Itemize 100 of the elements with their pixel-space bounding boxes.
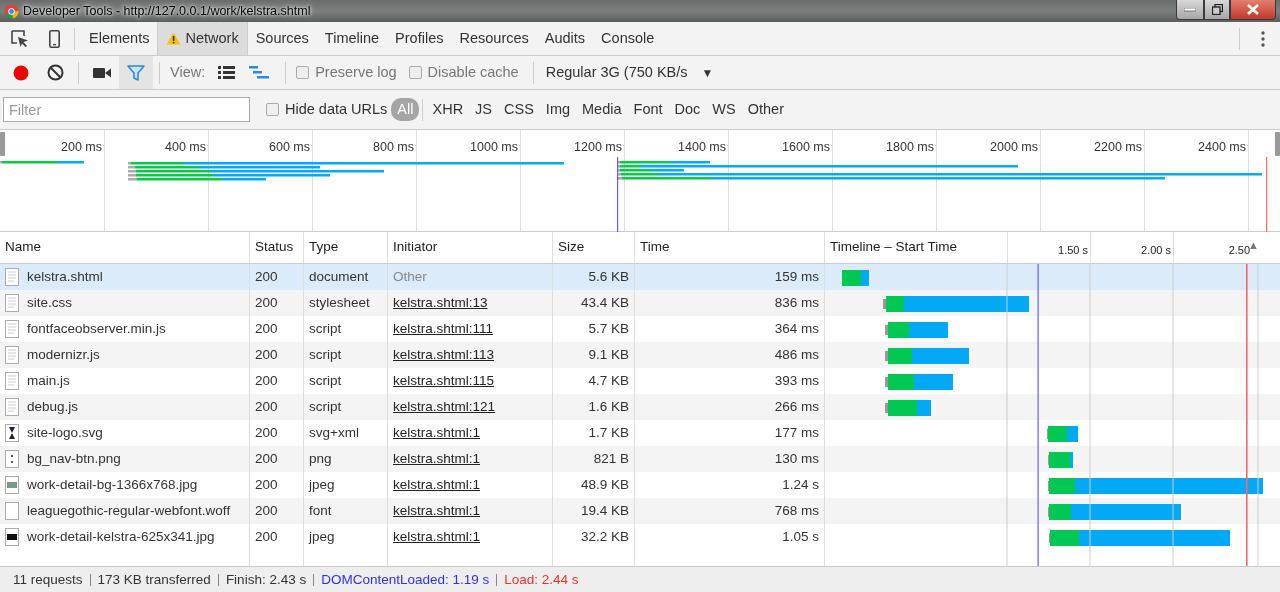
resource-type: svg+xml bbox=[309, 423, 359, 442]
status-code: 200 bbox=[255, 267, 278, 286]
phone-icon bbox=[48, 29, 60, 48]
request-time: 130 ms bbox=[774, 449, 819, 468]
close-icon bbox=[1247, 4, 1259, 15]
throttling-dropdown[interactable]: Regular 3G (750 KB/s ▼ bbox=[539, 61, 720, 84]
minimize-button[interactable] bbox=[1176, 0, 1204, 20]
image-file-icon bbox=[5, 424, 19, 442]
status-code: 200 bbox=[255, 475, 278, 494]
document-icon bbox=[5, 398, 19, 416]
filter-field[interactable]: Filter bbox=[3, 97, 250, 122]
file-name: site.css bbox=[27, 293, 72, 312]
file-name: fontfaceobserver.min.js bbox=[27, 319, 166, 338]
resource-size: 1.7 KB bbox=[588, 423, 629, 442]
panel-tab[interactable]: Audits bbox=[536, 22, 594, 55]
column-header[interactable]: Type bbox=[304, 232, 388, 263]
initiator-link[interactable]: kelstra.shtml:13 bbox=[393, 292, 488, 314]
browser-logo-icon bbox=[4, 3, 19, 19]
waterfall-bar bbox=[885, 400, 931, 416]
warning-icon bbox=[166, 32, 182, 45]
type-filter-button[interactable]: Media bbox=[576, 97, 628, 122]
resource-type: png bbox=[309, 449, 332, 468]
type-filter-button[interactable]: JS bbox=[469, 97, 499, 122]
panel-tab[interactable]: Resources bbox=[451, 22, 537, 55]
request-time: 393 ms bbox=[774, 371, 819, 390]
panel-tab[interactable]: Sources bbox=[247, 22, 317, 55]
initiator-link[interactable]: kelstra.shtml:1 bbox=[393, 448, 481, 470]
initiator-link[interactable]: kelstra.shtml:111 bbox=[393, 318, 494, 340]
status-text: Finish: 2.43 s bbox=[218, 573, 315, 586]
disable-cache-checkbox[interactable] bbox=[408, 66, 422, 79]
type-filter-button[interactable]: CSS bbox=[498, 97, 540, 122]
column-header[interactable]: Initiator bbox=[388, 232, 553, 263]
resource-size: 5.6 KB bbox=[588, 267, 629, 286]
initiator-link[interactable]: kelstra.shtml:1 bbox=[393, 422, 481, 444]
initiator-link[interactable]: kelstra.shtml:121 bbox=[393, 396, 496, 418]
status-code: 200 bbox=[255, 449, 278, 468]
initiator-link[interactable]: kelstra.shtml:1 bbox=[393, 526, 481, 548]
document-icon bbox=[5, 372, 19, 390]
type-filter-button[interactable]: Doc bbox=[668, 97, 707, 122]
column-header[interactable]: Name bbox=[0, 232, 250, 263]
request-row[interactable]: work-detail-kelstra-625x341.jpg 200 jpeg kelstra.shtml:1 32.2 KB 1.05 s bbox=[0, 524, 1280, 550]
waterfall-bar bbox=[1048, 452, 1073, 468]
request-time: 266 ms bbox=[774, 397, 819, 416]
type-filter-button[interactable]: XHR bbox=[426, 97, 470, 122]
request-row[interactable]: kelstra.shtml 200 document Other 5.6 KB 159 ms bbox=[0, 264, 1280, 290]
resource-size: 9.1 KB bbox=[588, 345, 629, 364]
request-time: 1.05 s bbox=[782, 527, 819, 546]
resource-size: 821 B bbox=[593, 449, 629, 468]
initiator-link[interactable]: kelstra.shtml:1 bbox=[393, 474, 481, 496]
resource-type: jpeg bbox=[309, 475, 335, 494]
range-handle[interactable] bbox=[1275, 132, 1280, 156]
preserve-log-checkbox[interactable] bbox=[296, 66, 310, 79]
request-time: 836 ms bbox=[774, 293, 819, 312]
inspect-icon bbox=[11, 29, 29, 48]
type-filter-button[interactable]: WS bbox=[706, 97, 742, 122]
resource-type: font bbox=[309, 501, 332, 520]
request-time: 1.24 s bbox=[782, 475, 819, 494]
checkbox-label: Disable cache bbox=[427, 62, 519, 82]
column-header[interactable]: Timeline – Start Time bbox=[825, 232, 1007, 263]
checkbox-label: Hide data URLs bbox=[285, 99, 388, 119]
hide-data-urls-checkbox[interactable] bbox=[266, 103, 279, 116]
panel-tab[interactable]: Timeline bbox=[316, 22, 388, 55]
close-button[interactable] bbox=[1230, 0, 1276, 20]
window-title: Developer Tools - http://127.0.0.1/work/kelstra.shtml bbox=[23, 2, 311, 20]
file-name: modernizr.js bbox=[27, 345, 100, 364]
initiator-link[interactable]: kelstra.shtml:115 bbox=[393, 370, 495, 392]
range-handle[interactable] bbox=[0, 132, 5, 156]
image-file-icon bbox=[5, 476, 19, 494]
type-filter-button[interactable]: Img bbox=[539, 97, 577, 122]
video-camera-icon bbox=[93, 66, 111, 79]
restore-button[interactable] bbox=[1204, 0, 1230, 20]
waterfall-bar bbox=[885, 322, 948, 338]
column-header[interactable]: Time bbox=[635, 232, 825, 263]
panel-tab[interactable]: Elements bbox=[81, 22, 158, 55]
resource-type: jpeg bbox=[309, 527, 335, 546]
file-name: leaguegothic-regular-webfont.woff bbox=[27, 501, 231, 520]
image-file-icon bbox=[5, 450, 19, 468]
timeline-tick-label: 2.50 bbox=[1228, 242, 1251, 258]
request-row[interactable]: site.css 200 stylesheet kelstra.shtml:13 43.4 KB 836 ms bbox=[0, 290, 1280, 316]
request-row[interactable]: modernizr.js 200 script kelstra.shtml:113 9.1 KB 486 ms bbox=[0, 342, 1280, 368]
document-icon bbox=[5, 268, 19, 286]
request-time: 364 ms bbox=[774, 319, 819, 338]
initiator-link[interactable]: kelstra.shtml:113 bbox=[393, 344, 495, 366]
resource-type: script bbox=[309, 319, 342, 338]
status-code: 200 bbox=[255, 371, 278, 390]
file-name: kelstra.shtml bbox=[27, 267, 103, 286]
restore-icon bbox=[1211, 4, 1223, 15]
type-filter-button[interactable]: Other bbox=[741, 97, 790, 122]
request-row[interactable]: leaguegothic-regular-webfont.woff 200 font kelstra.shtml:1 19.4 KB 768 ms bbox=[0, 498, 1280, 524]
type-filter-button[interactable]: Font bbox=[627, 97, 669, 122]
request-row[interactable]: debug.js 200 script kelstra.shtml:121 1.6 KB 266 ms bbox=[0, 394, 1280, 420]
initiator-link[interactable]: kelstra.shtml:1 bbox=[393, 500, 481, 522]
panel-tab[interactable]: Network bbox=[157, 22, 248, 55]
column-header[interactable]: Size bbox=[553, 232, 635, 263]
request-row[interactable]: bg_nav-btn.png 200 png kelstra.shtml:1 821 B 130 ms bbox=[0, 446, 1280, 472]
view-label: View: bbox=[170, 62, 206, 82]
column-header[interactable]: Status bbox=[250, 232, 304, 263]
panel-tab[interactable]: Console bbox=[593, 22, 663, 55]
panel-tab[interactable]: Profiles bbox=[387, 22, 452, 55]
resource-type: document bbox=[309, 267, 369, 286]
